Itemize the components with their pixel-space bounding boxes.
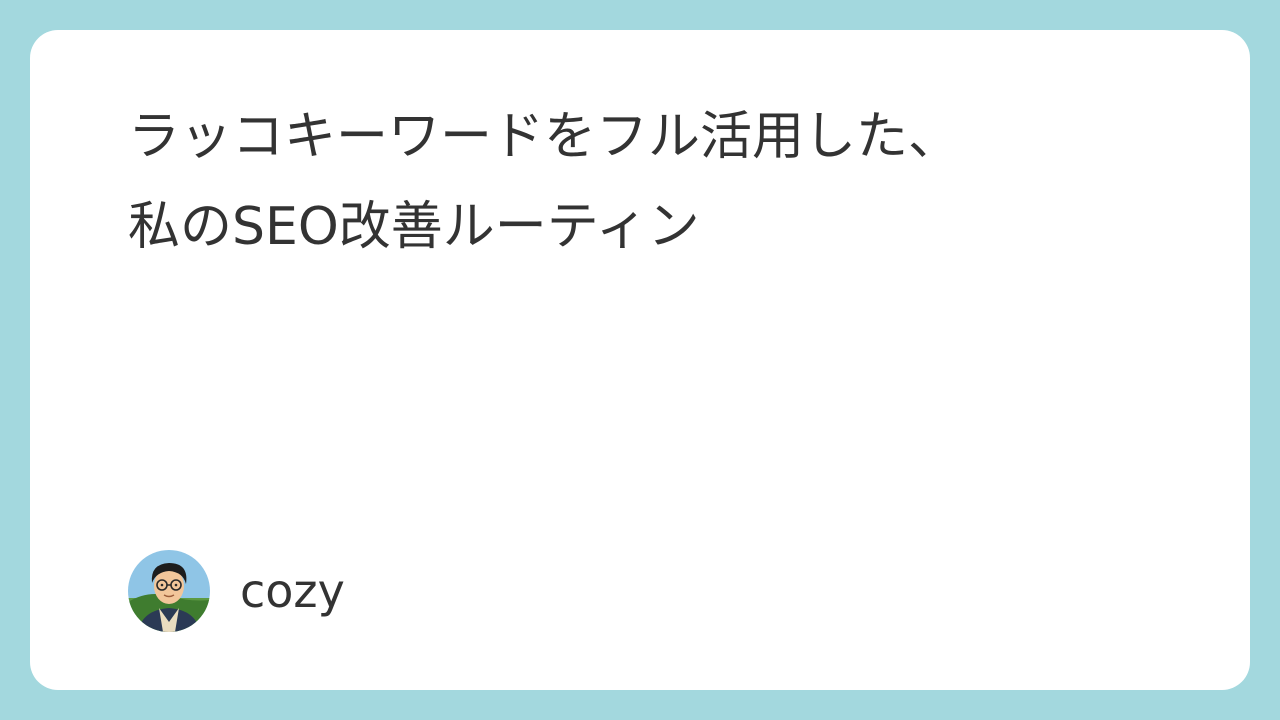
- title-line-2: 私のSEO改善ルーティン: [128, 197, 700, 257]
- article-title: ラッコキーワードをフル活用した、 私のSEO改善ルーティン: [128, 92, 1168, 272]
- person-avatar-illustration-icon: [128, 550, 210, 632]
- author: cozy: [128, 550, 345, 632]
- avatar: [128, 550, 210, 632]
- author-name: cozy: [240, 564, 345, 618]
- title-line-1: ラッコキーワードをフル活用した、: [128, 107, 961, 167]
- card: ラッコキーワードをフル活用した、 私のSEO改善ルーティン cozy: [30, 30, 1250, 690]
